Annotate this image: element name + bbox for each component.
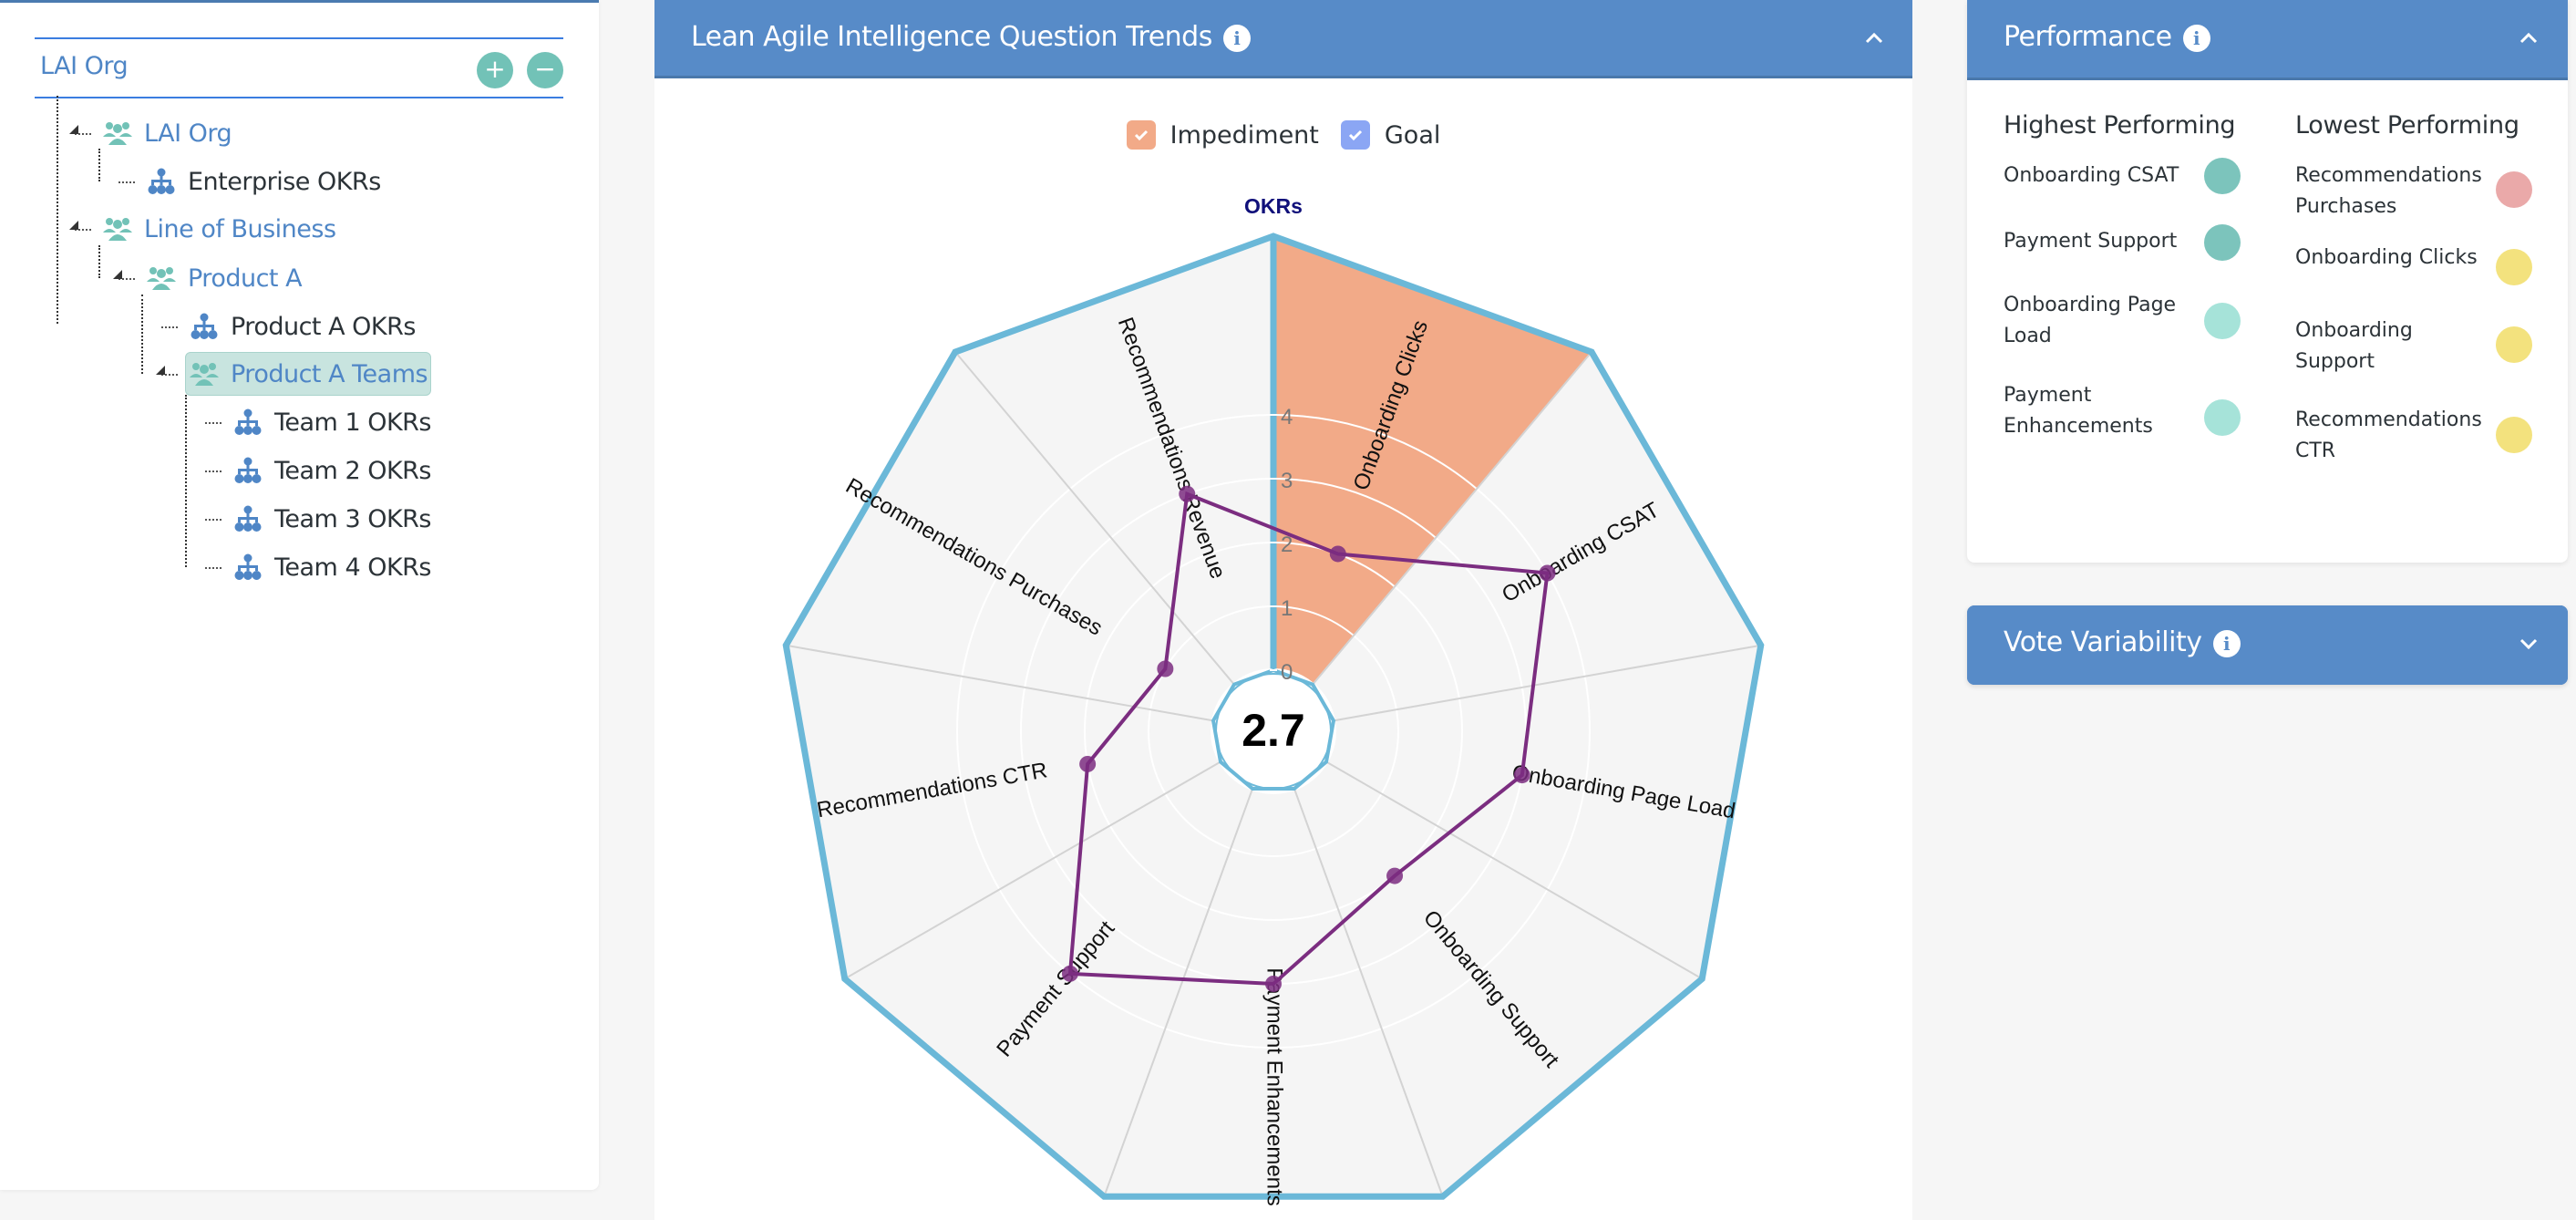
tree-connector	[205, 422, 222, 424]
category-label: Payment Enhancements	[1262, 967, 1287, 1205]
highest-performing-title: Highest Performing	[2004, 111, 2236, 140]
tree-item-label: LAI Org	[144, 119, 232, 148]
tree-item[interactable]: Line of Business	[102, 207, 336, 251]
vote-variability-header[interactable]: Vote Variability i	[1967, 605, 2568, 685]
performance-panel: Performance i Highest Performing Lowest P…	[1967, 0, 2568, 563]
expanded-toggle-icon[interactable]	[69, 125, 78, 134]
tree-connector	[98, 245, 100, 278]
tree-connector	[98, 149, 100, 181]
sitemap-icon	[232, 408, 263, 436]
performance-item-label: Recommendations Purchases	[2295, 164, 2482, 218]
performance-status-dot	[2204, 158, 2241, 194]
radial-tick-label: 0	[1281, 660, 1293, 685]
tree-connector	[205, 470, 222, 472]
tree-connector	[161, 326, 178, 328]
tree-item[interactable]: Team 4 OKRs	[232, 545, 432, 589]
tree-connector	[118, 181, 135, 183]
performance-item-label: Onboarding Support	[2295, 319, 2413, 373]
performance-status-dot	[2496, 326, 2532, 363]
tree-item-label: Team 1 OKRs	[274, 408, 432, 437]
lowest-performing-title: Lowest Performing	[2295, 111, 2519, 140]
performance-status-dot	[2204, 399, 2241, 436]
sitemap-icon	[232, 505, 263, 532]
radar-chart: 01234 Onboarding ClicksOnboarding CSATOnb…	[782, 194, 1765, 1206]
users-icon	[102, 119, 133, 147]
tree-connector	[141, 295, 143, 374]
score-point	[1386, 867, 1404, 884]
radial-tick-label: 3	[1281, 469, 1293, 493]
collapse-all-button[interactable]: −	[527, 52, 563, 88]
tree-item[interactable]: Product A	[146, 256, 303, 300]
center-score-label: 2.7	[1242, 705, 1305, 756]
radial-tick-label: 4	[1281, 405, 1293, 429]
chevron-up-icon[interactable]	[2512, 22, 2545, 55]
tree-item-label: Enterprise OKRs	[188, 167, 381, 196]
tree-item[interactable]: Team 1 OKRs	[232, 400, 432, 444]
vote-variability-panel[interactable]: Vote Variability i	[1967, 605, 2568, 685]
performance-item-label: Onboarding Page Load	[2004, 294, 2177, 347]
sitemap-icon	[232, 553, 263, 581]
org-tree-panel: LAI Org + − LAI Org Enterprise OKRs Line o…	[0, 0, 599, 1190]
tree-item-label: Team 3 OKRs	[274, 504, 432, 533]
tree-item-label: Line of Business	[144, 214, 336, 243]
tree-item-label: Product A	[188, 264, 303, 293]
sitemap-icon	[232, 457, 263, 484]
tree-item[interactable]: LAI Org	[102, 111, 232, 155]
performance-item-label: Payment Enhancements	[2004, 384, 2153, 438]
performance-status-dot	[2496, 171, 2532, 208]
tree-item-label: Product A OKRs	[231, 312, 416, 341]
tree-connector	[205, 567, 222, 569]
tree-item[interactable]: Enterprise OKRs	[146, 160, 381, 203]
info-icon[interactable]: i	[2212, 629, 2241, 657]
performance-item-label: Onboarding CSAT	[2004, 164, 2179, 187]
expanded-toggle-icon[interactable]	[113, 270, 122, 279]
org-tree: LAI Org Enterprise OKRs Line of Business Pr…	[0, 96, 599, 645]
performance-item-label: Recommendations CTR	[2295, 408, 2482, 462]
tree-connector	[57, 96, 58, 324]
tree-item-label: Team 2 OKRs	[274, 456, 432, 485]
expanded-toggle-icon[interactable]	[69, 221, 78, 230]
tree-item[interactable]: Team 3 OKRs	[232, 497, 432, 541]
score-point	[1157, 660, 1174, 677]
angular-axis-title: OKRs	[1244, 194, 1303, 218]
expand-all-button[interactable]: +	[477, 52, 513, 88]
score-point	[1061, 965, 1078, 982]
expanded-toggle-icon[interactable]	[156, 366, 165, 375]
tree-item-label: Product A Teams	[231, 359, 428, 388]
tree-item-label: Team 4 OKRs	[274, 553, 432, 582]
performance-title-text: Performance	[2004, 21, 2172, 53]
performance-item-label: Payment Support	[2004, 230, 2178, 253]
performance-status-dot	[2204, 303, 2241, 339]
performance-status-dot	[2204, 224, 2241, 261]
score-point	[1265, 976, 1282, 992]
sitemap-icon	[146, 168, 177, 195]
score-point	[1329, 545, 1346, 563]
performance-status-dot	[2496, 249, 2532, 285]
question-trends-panel: Lean Agile Intelligence Question Trends i…	[654, 0, 1912, 1220]
chevron-down-icon[interactable]	[2512, 627, 2545, 660]
tree-item[interactable]: Product A OKRs	[189, 305, 416, 348]
performance-item-label: Onboarding Clicks	[2295, 246, 2478, 269]
info-icon[interactable]: i	[2182, 24, 2210, 52]
performance-status-dot	[2496, 417, 2532, 453]
tree-header: LAI Org + −	[35, 37, 563, 98]
tree-item[interactable]: Product A Teams	[185, 352, 432, 396]
performance-header[interactable]: Performance i	[1967, 0, 2568, 80]
performance-title: Performance i	[2004, 21, 2210, 53]
vote-variability-title-text: Vote Variability	[2004, 626, 2202, 658]
score-point	[1179, 485, 1196, 502]
score-point	[1539, 564, 1556, 582]
users-icon	[102, 215, 133, 243]
users-icon	[189, 360, 220, 388]
score-point	[1513, 767, 1530, 784]
users-icon	[146, 264, 177, 292]
sitemap-icon	[189, 313, 220, 340]
tree-header-title: LAI Org	[40, 52, 129, 80]
tree-connector	[185, 395, 187, 567]
vote-variability-title: Vote Variability i	[2004, 626, 2241, 658]
score-point	[1079, 755, 1097, 772]
tree-item[interactable]: Team 2 OKRs	[232, 449, 432, 492]
tree-connector	[205, 519, 222, 521]
radial-tick-label: 1	[1281, 596, 1293, 621]
